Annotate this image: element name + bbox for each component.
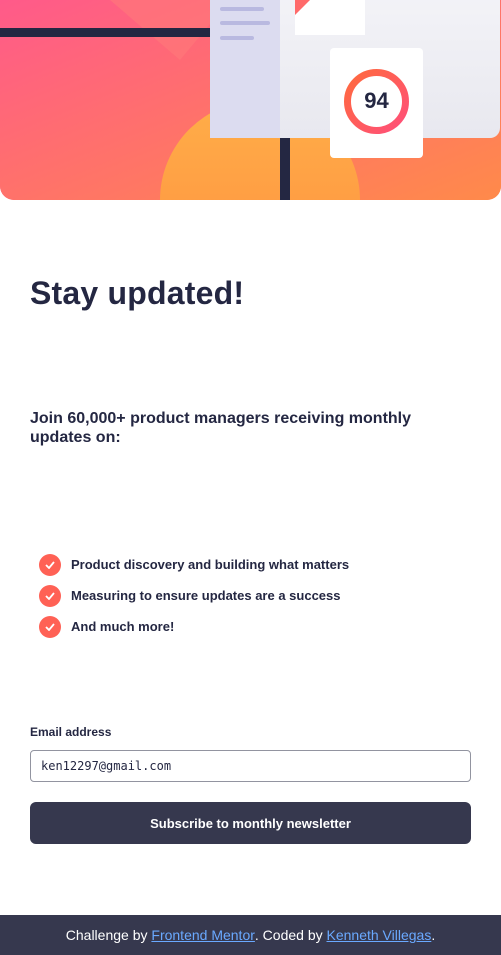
list-item: Product discovery and building what matt…: [39, 549, 349, 580]
frontend-mentor-link[interactable]: Frontend Mentor: [151, 927, 255, 943]
check-icon: [39, 615, 61, 638]
footer-prefix: Challenge by: [65, 927, 152, 943]
feature-label: Measuring to ensure updates are a succes…: [71, 588, 341, 603]
score-value: 94: [364, 88, 389, 113]
author-link[interactable]: Kenneth Villegas: [327, 927, 432, 943]
subscribe-button[interactable]: Subscribe to monthly newsletter: [30, 802, 471, 844]
footer-attribution: Challenge by Frontend Mentor . Coded by …: [0, 915, 501, 955]
hero-illustration: 94: [0, 0, 501, 200]
feature-label: And much more!: [71, 619, 175, 634]
footer-middle: . Coded by: [254, 927, 327, 943]
feature-list: Product discovery and building what matt…: [39, 549, 349, 642]
list-item: And much more!: [39, 611, 349, 642]
email-field[interactable]: [30, 750, 471, 782]
list-item: Measuring to ensure updates are a succes…: [39, 580, 349, 611]
page-title: Stay updated!: [30, 275, 245, 311]
footer-suffix: .: [431, 927, 436, 943]
check-icon: [39, 553, 61, 576]
check-icon: [39, 584, 61, 607]
email-label: Email address: [30, 725, 112, 739]
hero-graphic: [0, 0, 501, 200]
feature-label: Product discovery and building what matt…: [71, 557, 350, 572]
intro-text: Join 60,000+ product managers receiving …: [30, 410, 412, 446]
